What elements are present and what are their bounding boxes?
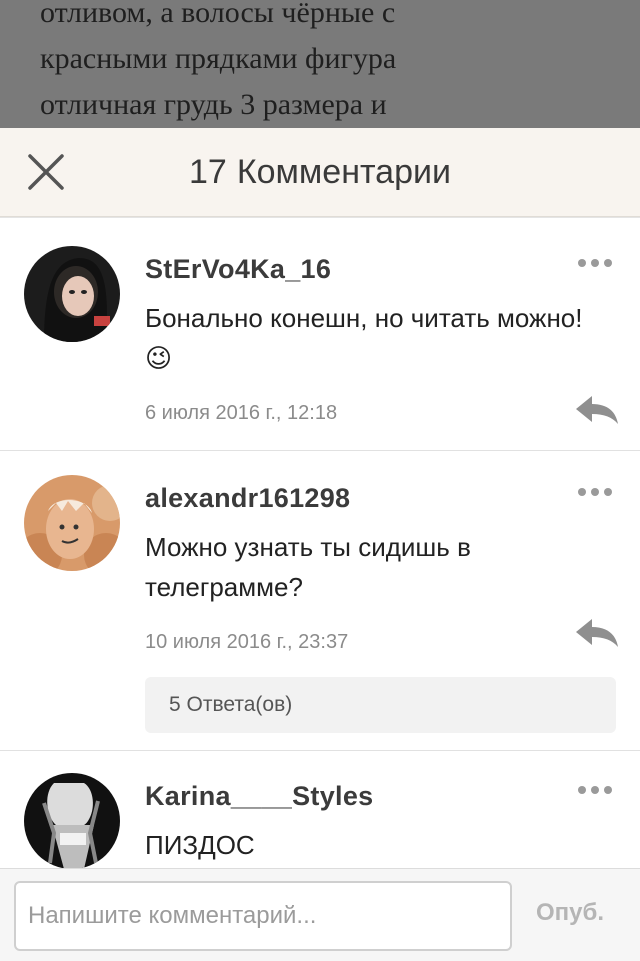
story-background: отливом, а волосы чёрные с красными пряд… xyxy=(0,0,640,128)
dot-icon xyxy=(604,786,612,794)
comment-input[interactable] xyxy=(14,881,512,951)
more-options-button[interactable] xyxy=(578,781,618,795)
dot-icon xyxy=(604,488,612,496)
comment-composer: Опуб. xyxy=(0,868,640,961)
comments-header: 17 Комментарии xyxy=(0,128,640,217)
dot-icon xyxy=(591,488,599,496)
more-options-button[interactable] xyxy=(578,254,618,268)
dot-icon xyxy=(591,786,599,794)
reply-icon xyxy=(576,396,618,424)
story-line: красными прядками фигура xyxy=(40,42,397,75)
comment-text: Можно узнать ты сидишь в телеграмме? xyxy=(145,532,471,602)
reply-button[interactable] xyxy=(574,617,620,649)
story-line: отливом, а волосы чёрные с xyxy=(40,0,396,29)
reply-icon xyxy=(576,619,618,647)
dot-icon xyxy=(578,786,586,794)
comment-count: 17 xyxy=(189,152,227,191)
comment-item: alexandr161298 Можно узнать ты сидишь в … xyxy=(0,451,640,751)
comments-list[interactable]: StErVo4Ka_16 Бонально конешн, но читать … xyxy=(0,217,640,869)
comment-item: StErVo4Ka_16 Бонально конешн, но читать … xyxy=(0,218,640,450)
comment-author[interactable]: alexandr161298 xyxy=(145,483,350,514)
title-label: Комментарии xyxy=(236,152,451,191)
comment-date: 10 июля 2016 г., 23:37 xyxy=(145,631,349,653)
avatar[interactable] xyxy=(24,773,120,869)
comment-date: 6 июля 2016 г., 12:18 xyxy=(145,402,338,424)
show-replies-button[interactable]: 5 Ответа(ов) xyxy=(145,677,616,733)
page-title: 17 Комментарии xyxy=(0,128,640,216)
story-text: отливом, а волосы чёрные с красными пряд… xyxy=(40,0,620,128)
avatar[interactable] xyxy=(24,246,120,342)
dot-icon xyxy=(591,259,599,267)
avatar[interactable] xyxy=(24,475,120,571)
dot-icon xyxy=(578,488,586,496)
dot-icon xyxy=(578,259,586,267)
comment-author[interactable]: StErVo4Ka_16 xyxy=(145,254,331,285)
comment-text-body: Бонально конешн, но читать можно! xyxy=(145,303,583,333)
story-line: отличная грудь 3 размера и xyxy=(40,88,387,121)
wink-emoji-icon: 😉 xyxy=(145,343,173,373)
reply-button[interactable] xyxy=(574,394,620,426)
publish-button[interactable]: Опуб. xyxy=(536,899,604,927)
more-options-button[interactable] xyxy=(578,483,618,497)
dot-icon xyxy=(604,259,612,267)
comment-item: Karina____Styles ПИЗДОС xyxy=(0,751,640,869)
comment-author[interactable]: Karina____Styles xyxy=(145,781,373,812)
comment-text: Бонально конешн, но читать можно! 😉 xyxy=(145,298,585,378)
comment-text: ПИЗДОС xyxy=(145,830,255,860)
